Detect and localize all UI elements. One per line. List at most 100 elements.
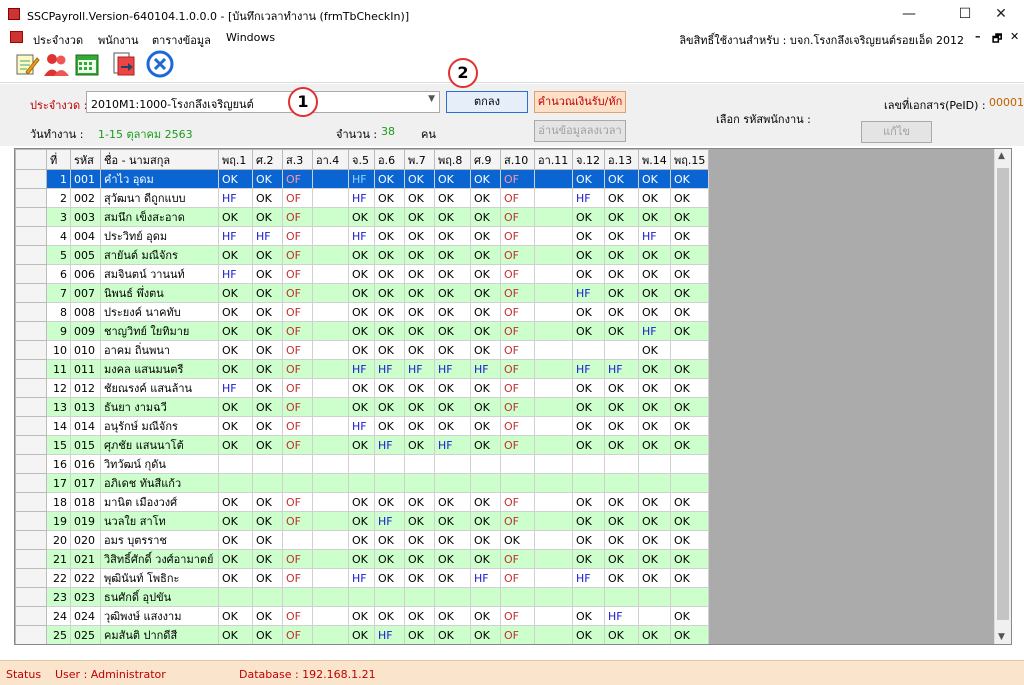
attendance-cell[interactable] xyxy=(534,283,573,303)
attendance-cell[interactable]: OK xyxy=(252,378,283,398)
employee-code-cell[interactable]: 016 xyxy=(70,454,101,474)
attendance-cell[interactable]: OK xyxy=(604,492,639,512)
attendance-cell[interactable]: OF xyxy=(500,606,535,626)
attendance-cell[interactable] xyxy=(348,454,375,474)
employee-name-cell[interactable]: สายันต์ มณีจักร xyxy=(100,245,219,265)
attendance-cell[interactable]: OK xyxy=(669,169,710,189)
employee-code-cell[interactable]: 018 xyxy=(70,492,101,512)
attendance-cell[interactable] xyxy=(638,606,671,626)
attendance-cell[interactable]: OK xyxy=(572,606,605,626)
row-number-cell[interactable]: 22 xyxy=(46,568,71,588)
attendance-cell[interactable]: OK xyxy=(470,416,501,436)
menu-item-period[interactable]: ประจำงวด xyxy=(33,31,83,49)
attendance-cell[interactable]: HF xyxy=(604,606,639,626)
column-header[interactable]: ศ.2 xyxy=(252,149,283,170)
scroll-up-icon[interactable]: ▲ xyxy=(998,151,1005,161)
attendance-cell[interactable]: OK xyxy=(374,169,405,189)
row-header[interactable] xyxy=(15,169,47,189)
row-header[interactable] xyxy=(15,321,47,341)
attendance-cell[interactable]: OK xyxy=(604,511,639,531)
attendance-cell[interactable] xyxy=(312,321,349,341)
attendance-cell[interactable]: OK xyxy=(252,340,283,360)
attendance-cell[interactable]: OK xyxy=(638,207,671,227)
row-number-cell[interactable]: 6 xyxy=(46,264,71,284)
attendance-cell[interactable] xyxy=(534,340,573,360)
employee-name-cell[interactable]: ประยงค์ นาคทับ xyxy=(100,302,219,322)
attendance-cell[interactable]: OK xyxy=(348,264,375,284)
row-number-cell[interactable]: 21 xyxy=(46,549,71,569)
attendance-cell[interactable]: OK xyxy=(404,321,435,341)
employee-code-cell[interactable]: 009 xyxy=(70,321,101,341)
attendance-cell[interactable]: OF xyxy=(500,511,535,531)
row-header[interactable] xyxy=(15,530,47,550)
attendance-cell[interactable]: OK xyxy=(374,283,405,303)
table-row[interactable]: 20 020 อมร บุตรราช OK OK OK OK OK OK OK OK OK OK OK OK xyxy=(15,530,710,550)
attendance-cell[interactable] xyxy=(252,587,283,607)
attendance-cell[interactable] xyxy=(312,568,349,588)
attendance-cell[interactable]: OK xyxy=(348,530,375,550)
attendance-cell[interactable]: OK xyxy=(638,416,671,436)
column-header[interactable]: ส.10 xyxy=(500,149,535,170)
attendance-cell[interactable]: OK xyxy=(470,606,501,626)
attendance-cell[interactable]: OK xyxy=(252,606,283,626)
attendance-cell[interactable]: OK xyxy=(218,625,253,644)
attendance-cell[interactable] xyxy=(312,283,349,303)
attendance-cell[interactable]: OK xyxy=(374,549,405,569)
attendance-cell[interactable]: OF xyxy=(500,169,535,189)
attendance-cell[interactable]: OK xyxy=(348,302,375,322)
attendance-cell[interactable]: OK xyxy=(374,226,405,246)
attendance-cell[interactable]: OK xyxy=(470,492,501,512)
attendance-cell[interactable]: OK xyxy=(434,625,471,644)
row-number-cell[interactable]: 10 xyxy=(46,340,71,360)
employee-code-cell[interactable]: 023 xyxy=(70,587,101,607)
attendance-cell[interactable] xyxy=(572,454,605,474)
attendance-cell[interactable] xyxy=(534,435,573,455)
attendance-cell[interactable]: OK xyxy=(669,245,710,265)
row-header[interactable] xyxy=(15,492,47,512)
attendance-cell[interactable]: OK xyxy=(638,302,671,322)
close-window-button[interactable]: ✕ xyxy=(978,0,1024,28)
employee-code-cell[interactable]: 005 xyxy=(70,245,101,265)
attendance-cell[interactable]: OK xyxy=(218,568,253,588)
attendance-cell[interactable]: HF xyxy=(374,625,405,644)
attendance-cell[interactable]: HF xyxy=(374,359,405,379)
attendance-cell[interactable]: OK xyxy=(470,321,501,341)
attendance-cell[interactable]: OK xyxy=(374,530,405,550)
row-header[interactable] xyxy=(15,511,47,531)
attendance-cell[interactable]: HF xyxy=(218,264,253,284)
mdi-restore-button[interactable]: 🗗 xyxy=(992,30,1002,49)
attendance-cell[interactable]: OK xyxy=(434,321,471,341)
attendance-cell[interactable]: OK xyxy=(669,359,710,379)
employee-name-cell[interactable]: สมจินตน์ วานนท์ xyxy=(100,264,219,284)
attendance-cell[interactable]: OF xyxy=(500,245,535,265)
menu-item-tables[interactable]: ตารางข้อมูล xyxy=(152,31,211,49)
attendance-cell[interactable]: OF xyxy=(282,416,313,436)
attendance-cell[interactable]: OK xyxy=(638,283,671,303)
attendance-cell[interactable]: OK xyxy=(470,169,501,189)
attendance-cell[interactable]: OK xyxy=(604,397,639,417)
attendance-cell[interactable] xyxy=(604,473,639,493)
attendance-cell[interactable]: OK xyxy=(470,378,501,398)
column-header[interactable]: พฤ.8 xyxy=(434,149,471,170)
attendance-cell[interactable]: OK xyxy=(638,359,671,379)
attendance-cell[interactable]: OK xyxy=(404,169,435,189)
attendance-cell[interactable]: OK xyxy=(218,416,253,436)
row-number-cell[interactable]: 23 xyxy=(46,587,71,607)
attendance-cell[interactable] xyxy=(534,625,573,644)
attendance-cell[interactable]: OK xyxy=(404,549,435,569)
attendance-cell[interactable]: OK xyxy=(572,207,605,227)
attendance-cell[interactable]: OK xyxy=(604,625,639,644)
attendance-cell[interactable]: OK xyxy=(572,511,605,531)
attendance-cell[interactable]: OF xyxy=(500,188,535,208)
attendance-cell[interactable]: OK xyxy=(638,625,671,644)
attendance-cell[interactable] xyxy=(534,226,573,246)
attendance-cell[interactable]: OK xyxy=(638,397,671,417)
attendance-cell[interactable] xyxy=(434,454,471,474)
attendance-cell[interactable]: OK xyxy=(374,568,405,588)
attendance-cell[interactable]: OF xyxy=(500,378,535,398)
attendance-cell[interactable] xyxy=(312,454,349,474)
attendance-cell[interactable]: HF xyxy=(470,568,501,588)
attendance-cell[interactable]: OK xyxy=(348,207,375,227)
attendance-cell[interactable]: HF xyxy=(374,435,405,455)
attendance-cell[interactable] xyxy=(604,340,639,360)
